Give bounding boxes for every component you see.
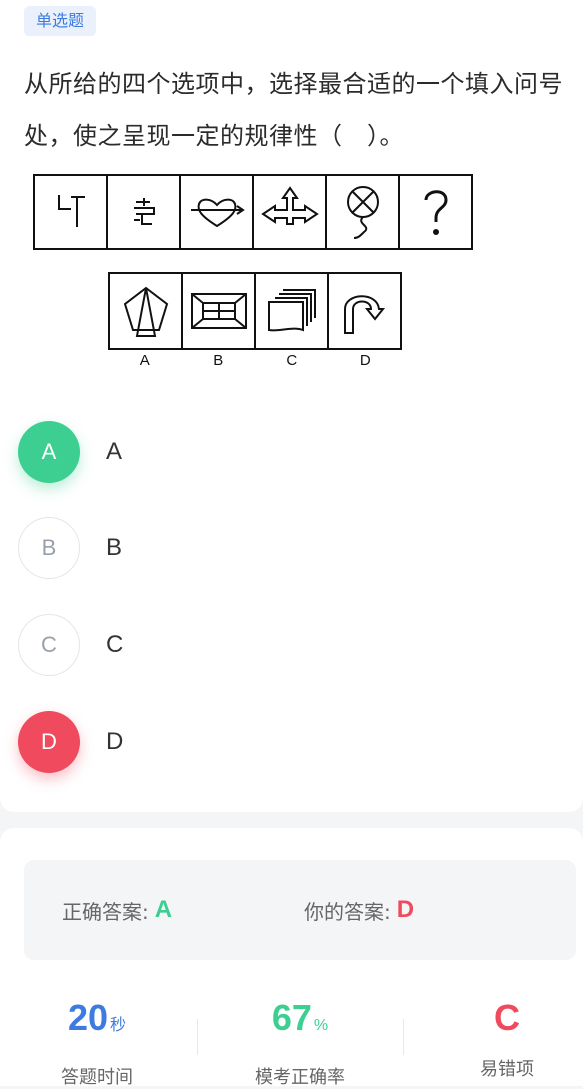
accuracy-label: 模考正确率	[255, 1067, 345, 1088]
question-card: 单选题 从所给的四个选项中，选择最合适的一个填入问号处，使之呈现一定的规律性（ …	[0, 0, 583, 812]
question-text: 从所给的四个选项中，选择最合适的一个填入问号处，使之呈现一定的规律性（ ）。	[24, 70, 563, 150]
curved-arrow-icon	[329, 274, 400, 348]
answer-time-unit: 秒	[110, 1017, 127, 1034]
option-a-circle[interactable]: A	[18, 421, 80, 483]
option-a-label: A	[106, 438, 123, 465]
correct-answer-value: A	[154, 896, 173, 923]
figure-label-d: D	[359, 352, 371, 369]
question-mark-icon	[400, 176, 471, 248]
heart-arrow-icon	[181, 176, 254, 248]
arrows-icon	[254, 176, 327, 248]
correct-answer-label: 正确答案:	[62, 899, 149, 924]
answer-summary: 正确答案: A 你的答案: D	[24, 860, 576, 960]
figure-label-c: C	[286, 352, 298, 369]
answer-time-value: 20	[67, 997, 109, 1038]
result-card: 正确答案: A 你的答案: D 20 秒 答题时间 67% 模考正确率 C 易错项	[0, 828, 583, 1088]
question-type-tag: 单选题	[24, 6, 97, 36]
option-b-circle[interactable]: B	[18, 517, 80, 579]
t-shape-icon	[35, 176, 108, 248]
option-figures	[108, 272, 402, 350]
pentagon-triangle-icon	[110, 274, 183, 348]
figure-label-a: A	[139, 352, 150, 369]
stats-row: 20 秒 答题时间 67% 模考正确率 C 易错项	[0, 993, 583, 1088]
option-c-label: C	[106, 631, 124, 658]
option-d[interactable]: D D	[18, 710, 558, 774]
option-d-circle[interactable]: D	[18, 711, 80, 773]
balloon-icon	[327, 176, 400, 248]
option-figure-labels: A B C D	[108, 352, 402, 369]
option-c[interactable]: C C	[18, 613, 558, 677]
option-d-label: D	[106, 728, 124, 755]
frame-rect-icon	[183, 274, 256, 348]
common-mistake-label: 易错项	[480, 1059, 534, 1080]
accuracy-stat: 67% 模考正确率	[203, 993, 397, 1089]
common-mistake-value: C	[494, 997, 520, 1038]
figure-label-b: B	[213, 352, 224, 369]
answer-time-value-wrap: 20 秒	[0, 993, 194, 1051]
option-b-label: B	[106, 534, 123, 561]
maze-shape-icon	[108, 176, 181, 248]
accuracy-unit: %	[313, 1017, 329, 1034]
accuracy-value-wrap: 67%	[203, 993, 397, 1051]
stacked-cards-icon	[256, 274, 329, 348]
question-figure	[33, 174, 473, 250]
your-answer-label: 你的答案:	[304, 899, 391, 924]
option-c-circle[interactable]: C	[18, 614, 80, 676]
common-mistake-stat: C 易错项	[410, 993, 583, 1081]
your-answer-value: D	[396, 896, 415, 923]
your-answer: 你的答案: D	[304, 860, 414, 960]
option-b[interactable]: B B	[18, 516, 558, 580]
stats-divider	[197, 1019, 198, 1055]
answer-time-stat: 20 秒 答题时间	[0, 993, 194, 1089]
stats-divider	[403, 1019, 404, 1055]
option-a[interactable]: A A	[18, 420, 558, 484]
accuracy-value: 67	[271, 997, 312, 1038]
answer-time-label: 答题时间	[61, 1067, 133, 1088]
correct-answer: 正确答案: A	[62, 860, 172, 960]
